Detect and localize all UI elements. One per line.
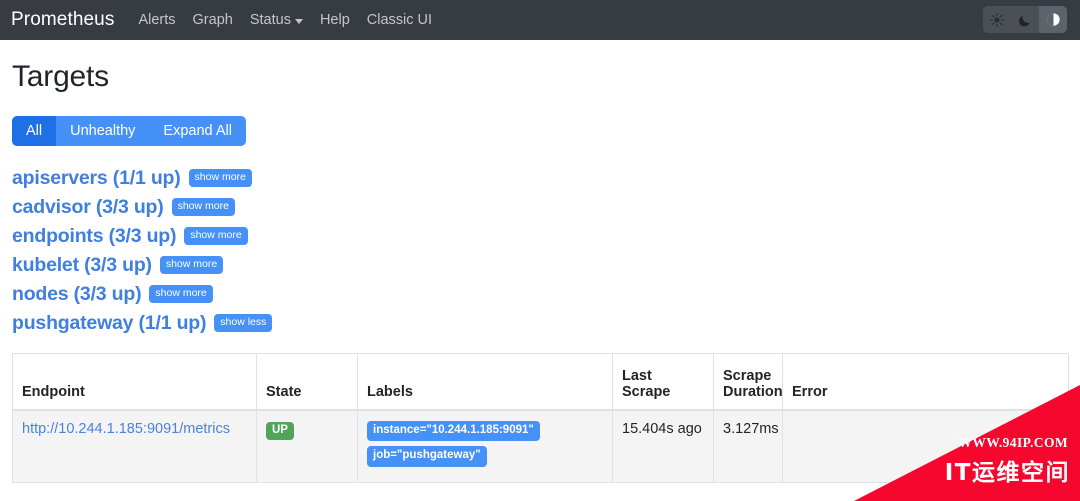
label-badge-instance-wrap: instance="10.244.1.185:9091" xyxy=(367,420,603,447)
nav-item-status-label: Status xyxy=(249,12,291,28)
job-row-nodes: nodes (3/3 up) show more xyxy=(12,282,1068,306)
half-circle-icon xyxy=(1046,12,1061,27)
job-toggle-kubelet[interactable]: show more xyxy=(159,256,224,274)
job-row-cadvisor: cadvisor (3/3 up) show more xyxy=(12,195,1068,219)
job-toggle-apiservers[interactable]: show more xyxy=(188,169,252,187)
cell-endpoint: http://10.244.1.185:9091/metrics xyxy=(12,409,257,482)
job-toggle-nodes[interactable]: show more xyxy=(149,285,213,303)
cell-labels: instance="10.244.1.185:9091" job="pushga… xyxy=(357,409,613,482)
job-row-kubelet: kubelet (3/3 up) show more xyxy=(12,253,1068,277)
job-name-pushgateway[interactable]: pushgateway (1/1 up) xyxy=(12,312,206,335)
job-list: apiservers (1/1 up) show more cadvisor (… xyxy=(12,166,1068,335)
nav-item-alerts[interactable]: Alerts xyxy=(138,12,175,28)
job-toggle-pushgateway[interactable]: show less xyxy=(214,314,273,332)
nav-item-alerts-label: Alerts xyxy=(138,12,176,28)
nav-links: Alerts Graph Status Help Classic UI xyxy=(138,12,432,28)
endpoint-link[interactable]: http://10.244.1.185:9091/metrics xyxy=(22,421,230,437)
filter-button-group: All Unhealthy Expand All xyxy=(12,116,246,146)
job-toggle-cadvisor[interactable]: show more xyxy=(171,198,235,216)
table-row: http://10.244.1.185:9091/metrics UP inst… xyxy=(12,409,1069,482)
page-body: Targets All Unhealthy Expand All apiserv… xyxy=(0,60,1080,483)
job-row-pushgateway: pushgateway (1/1 up) show less xyxy=(12,311,1068,335)
job-name-apiservers[interactable]: apiservers (1/1 up) xyxy=(12,167,181,190)
nav-item-help-label: Help xyxy=(319,12,350,28)
header-last-scrape: Last Scrape xyxy=(612,353,714,411)
moon-icon xyxy=(1018,13,1032,27)
job-name-cadvisor[interactable]: cadvisor (3/3 up) xyxy=(12,196,164,219)
nav-item-graph[interactable]: Graph xyxy=(193,12,233,28)
cell-last-scrape: 15.404s ago xyxy=(612,409,714,482)
targets-table: Endpoint State Labels Last Scrape Scrape… xyxy=(12,353,1069,483)
nav-item-classic-ui-label: Classic UI xyxy=(366,12,433,28)
targets-table-body: http://10.244.1.185:9091/metrics UP inst… xyxy=(12,409,1069,482)
label-badge-instance[interactable]: instance="10.244.1.185:9091" xyxy=(367,420,540,441)
job-name-endpoints[interactable]: endpoints (3/3 up) xyxy=(12,225,177,248)
cell-scrape-duration: 3.127ms xyxy=(713,409,783,482)
job-name-kubelet[interactable]: kubelet (3/3 up) xyxy=(12,254,152,277)
label-badge-job-wrap: job="pushgateway" xyxy=(367,446,603,472)
label-badge-job[interactable]: job="pushgateway" xyxy=(367,446,487,467)
chevron-down-icon xyxy=(294,18,303,24)
header-labels: Labels xyxy=(357,353,613,411)
cell-state: UP xyxy=(256,409,358,482)
top-navbar: Prometheus Alerts Graph Status Help Clas… xyxy=(0,0,1080,40)
expand-all-button[interactable]: Expand All xyxy=(149,116,246,146)
job-toggle-endpoints[interactable]: show more xyxy=(184,227,248,245)
sun-icon xyxy=(990,12,1004,27)
nav-item-help[interactable]: Help xyxy=(320,12,350,28)
theme-auto-button[interactable] xyxy=(1039,6,1067,33)
filter-unhealthy-button[interactable]: Unhealthy xyxy=(56,116,150,146)
status-badge: UP xyxy=(266,421,294,440)
nav-item-status[interactable]: Status xyxy=(250,12,303,28)
theme-light-button[interactable] xyxy=(983,6,1011,33)
header-state: State xyxy=(256,353,358,411)
targets-table-head: Endpoint State Labels Last Scrape Scrape… xyxy=(12,353,1069,411)
header-endpoint: Endpoint xyxy=(12,353,257,411)
job-row-apiservers: apiservers (1/1 up) show more xyxy=(12,166,1068,190)
theme-toggle-group xyxy=(983,6,1067,33)
header-error: Error xyxy=(782,353,1069,411)
brand-prometheus[interactable]: Prometheus xyxy=(11,9,114,31)
filter-all-button[interactable]: All xyxy=(12,116,57,146)
job-name-nodes[interactable]: nodes (3/3 up) xyxy=(12,283,142,306)
theme-dark-button[interactable] xyxy=(1011,6,1039,33)
job-row-endpoints: endpoints (3/3 up) show more xyxy=(12,224,1068,248)
header-scrape-duration: Scrape Duration xyxy=(713,353,783,411)
nav-item-graph-label: Graph xyxy=(192,12,233,28)
page-title: Targets xyxy=(12,60,109,93)
table-header-row: Endpoint State Labels Last Scrape Scrape… xyxy=(12,353,1069,411)
cell-error xyxy=(782,409,1069,482)
targets-table-wrapper: Endpoint State Labels Last Scrape Scrape… xyxy=(12,353,1069,483)
nav-item-classic-ui[interactable]: Classic UI xyxy=(367,12,432,28)
